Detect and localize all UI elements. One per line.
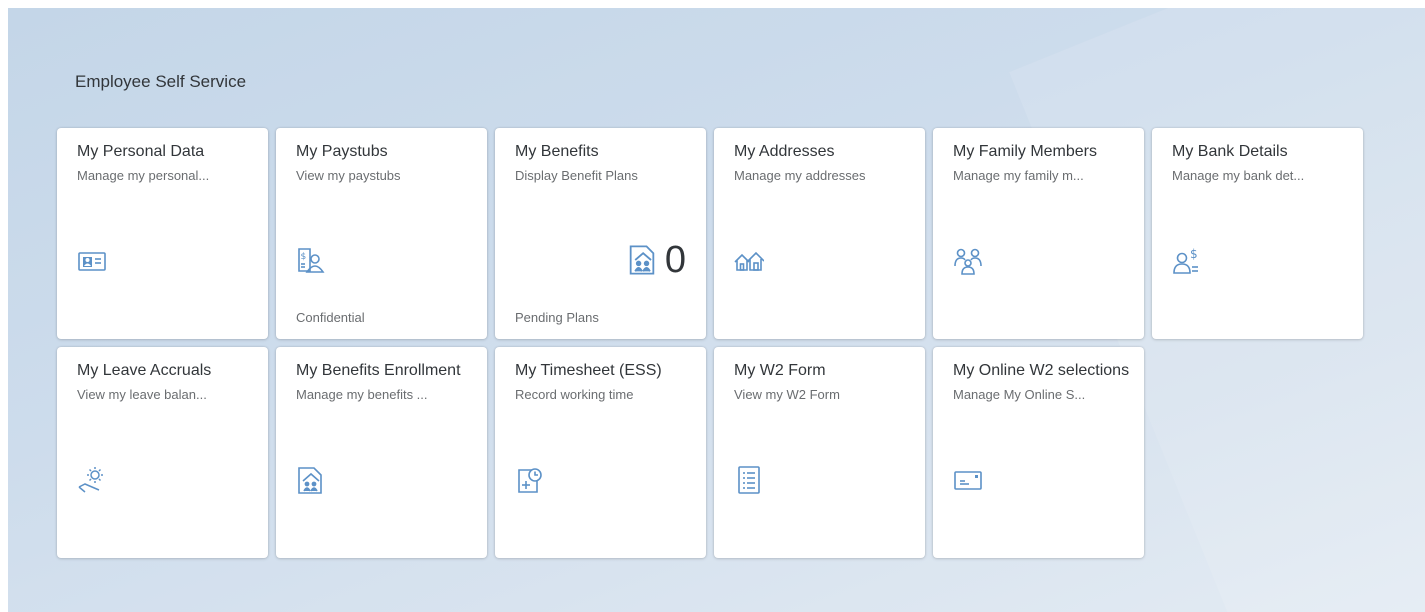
id-card-icon bbox=[77, 246, 107, 276]
tile-subtitle: Manage my addresses bbox=[734, 168, 866, 183]
group-title: Employee Self Service bbox=[75, 72, 247, 91]
tile-my-leave-accruals[interactable]: My Leave Accruals View my leave balan... bbox=[57, 347, 268, 558]
tile-my-benefits-enrollment[interactable]: My Benefits Enrollment Manage my benefit… bbox=[276, 347, 487, 558]
card-form-icon bbox=[953, 465, 983, 495]
tile-my-personal-data[interactable]: My Personal Data Manage my personal... bbox=[57, 128, 268, 339]
tile-my-family-members[interactable]: My Family Members Manage my family m... bbox=[933, 128, 1144, 339]
tile-title: My Leave Accruals bbox=[77, 362, 212, 379]
tile-my-online-w2-selections[interactable]: My Online W2 selections Manage My Online… bbox=[933, 347, 1144, 558]
tile-subtitle: Manage my bank det... bbox=[1172, 168, 1305, 183]
tile-title: My W2 Form bbox=[734, 362, 826, 379]
tile-my-w2-form[interactable]: My W2 Form View my W2 Form bbox=[714, 347, 925, 558]
paystub-person-icon: $ bbox=[296, 246, 326, 276]
launchpad-page: Employee Self Service My Personal Data M… bbox=[8, 8, 1425, 612]
kpi-value: 0 bbox=[664, 239, 686, 281]
tile-subtitle: Record working time bbox=[515, 387, 634, 402]
tile-title: My Family Members bbox=[953, 143, 1098, 160]
tile-title: My Benefits Enrollment bbox=[296, 362, 461, 379]
tile-subtitle: Manage my benefits ... bbox=[296, 387, 428, 402]
family-members-icon bbox=[953, 246, 983, 276]
tile-title: My Timesheet (ESS) bbox=[515, 362, 662, 379]
tile-subtitle: Display Benefit Plans bbox=[515, 168, 638, 183]
sun-lounger-icon bbox=[77, 465, 107, 495]
family-benefits-icon bbox=[296, 465, 326, 495]
tile-title: My Personal Data bbox=[77, 143, 205, 160]
tile-subtitle: View my leave balan... bbox=[77, 387, 207, 402]
tile-my-benefits[interactable]: My Benefits Display Benefit Plans 0 Pend… bbox=[495, 128, 706, 339]
tile-subtitle: View my paystubs bbox=[296, 168, 401, 183]
person-dollar-icon: $ bbox=[1172, 246, 1202, 276]
houses-icon bbox=[734, 246, 764, 276]
svg-text:$: $ bbox=[301, 252, 307, 262]
tile-my-paystubs[interactable]: My Paystubs View my paystubs $ Confident… bbox=[276, 128, 487, 339]
tile-my-bank-details[interactable]: My Bank Details Manage my bank det... $ bbox=[1152, 128, 1363, 339]
form-list-icon bbox=[734, 465, 764, 495]
svg-text:$: $ bbox=[1190, 247, 1198, 261]
tile-title: My Paystubs bbox=[296, 143, 388, 160]
tile-footer: Pending Plans bbox=[515, 310, 599, 325]
kpi-indicator: 0 bbox=[625, 240, 686, 280]
tile-footer: Confidential bbox=[296, 310, 365, 325]
tile-title: My Benefits bbox=[515, 143, 599, 160]
tile-my-addresses[interactable]: My Addresses Manage my addresses bbox=[714, 128, 925, 339]
tile-subtitle: View my W2 Form bbox=[734, 387, 840, 402]
tile-subtitle: Manage my family m... bbox=[953, 168, 1084, 183]
timesheet-add-icon bbox=[515, 465, 545, 495]
tile-subtitle: Manage my personal... bbox=[77, 168, 210, 183]
tile-title: My Addresses bbox=[734, 143, 835, 160]
tile-title: My Online W2 selections bbox=[953, 362, 1130, 379]
family-benefits-icon bbox=[629, 245, 655, 275]
tile-my-timesheet[interactable]: My Timesheet (ESS) Record working time bbox=[495, 347, 706, 558]
tile-title: My Bank Details bbox=[1172, 143, 1288, 160]
tile-subtitle: Manage My Online S... bbox=[953, 387, 1086, 402]
